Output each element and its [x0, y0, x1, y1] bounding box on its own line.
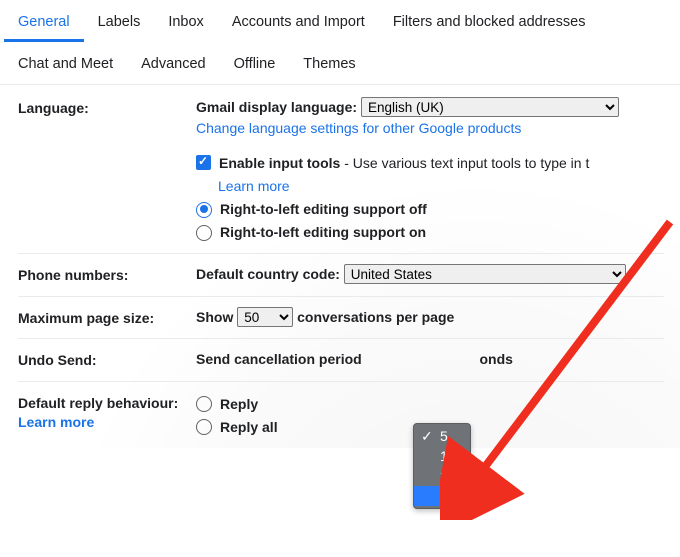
undo-option-5[interactable]: 5 [414, 426, 470, 446]
enable-input-tools-label: Enable input tools [219, 155, 340, 171]
undo-send-settings: Send cancellation period onds [196, 349, 664, 371]
phone-settings: Default country code: United States [196, 264, 664, 286]
reply-learn-more[interactable]: Learn more [18, 414, 94, 430]
tab-inbox[interactable]: Inbox [154, 0, 217, 42]
tab-labels[interactable]: Labels [84, 0, 155, 42]
label-phone: Phone numbers: [18, 264, 196, 286]
tab-advanced[interactable]: Advanced [127, 42, 220, 84]
rtl-off-label: Right-to-left editing support off [220, 199, 427, 220]
tabs-row-2: Chat and Meet Advanced Offline Themes [4, 42, 676, 84]
tab-general[interactable]: General [4, 0, 84, 42]
tab-filters[interactable]: Filters and blocked addresses [379, 0, 600, 42]
label-language: Language: [18, 97, 196, 243]
label-undo-send: Undo Send: [18, 349, 196, 371]
page-size-select[interactable]: 50 [237, 307, 293, 327]
page-size-suffix: conversations per page [297, 309, 454, 325]
undo-send-dropdown-open[interactable]: 5 10 20 30 [413, 423, 471, 509]
undo-prefix: Send cancellation period [196, 351, 362, 367]
row-default-reply: Default reply behaviour: Learn more Repl… [18, 382, 664, 448]
rtl-off-radio[interactable] [196, 202, 212, 218]
country-code-select[interactable]: United States [344, 264, 626, 284]
label-page-size: Maximum page size: [18, 307, 196, 329]
tab-chat-meet[interactable]: Chat and Meet [4, 42, 127, 84]
language-settings: Gmail display language: English (UK) Cha… [196, 97, 664, 243]
undo-option-10[interactable]: 10 [414, 446, 470, 466]
settings-tabs: General Labels Inbox Accounts and Import… [0, 0, 680, 85]
page-size-settings: Show 50 conversations per page [196, 307, 664, 329]
row-phone: Phone numbers: Default country code: Uni… [18, 254, 664, 297]
change-language-link[interactable]: Change language settings for other Googl… [196, 120, 521, 136]
page-size-show: Show [196, 309, 233, 325]
settings-content: Language: Gmail display language: Englis… [0, 85, 680, 448]
row-undo-send: Undo Send: Send cancellation period onds [18, 339, 664, 382]
undo-option-20[interactable]: 20 [414, 466, 470, 486]
reply-all-radio[interactable] [196, 419, 212, 435]
tabs-row-1: General Labels Inbox Accounts and Import… [4, 0, 676, 42]
reply-label: Reply [220, 394, 258, 415]
reply-all-label: Reply all [220, 417, 278, 438]
reply-radio[interactable] [196, 396, 212, 412]
enable-input-tools-desc: - Use various text input tools to type i… [340, 155, 589, 171]
undo-option-30[interactable]: 30 [414, 486, 470, 506]
country-code-label: Default country code: [196, 266, 340, 282]
row-page-size: Maximum page size: Show 50 conversations… [18, 297, 664, 340]
undo-suffix: onds [479, 351, 512, 367]
display-language-label: Gmail display language: [196, 99, 357, 115]
rtl-on-label: Right-to-left editing support on [220, 222, 426, 243]
display-language-select[interactable]: English (UK) [361, 97, 619, 117]
enable-input-tools-text: Enable input tools - Use various text in… [219, 153, 589, 174]
enable-input-tools-checkbox[interactable] [196, 155, 211, 170]
tab-offline[interactable]: Offline [220, 42, 290, 84]
tab-themes[interactable]: Themes [289, 42, 369, 84]
tab-accounts-import[interactable]: Accounts and Import [218, 0, 379, 42]
row-language: Language: Gmail display language: Englis… [18, 85, 664, 254]
label-default-reply: Default reply behaviour: Learn more [18, 392, 196, 438]
input-tools-learn-more[interactable]: Learn more [218, 178, 290, 194]
rtl-on-radio[interactable] [196, 225, 212, 241]
